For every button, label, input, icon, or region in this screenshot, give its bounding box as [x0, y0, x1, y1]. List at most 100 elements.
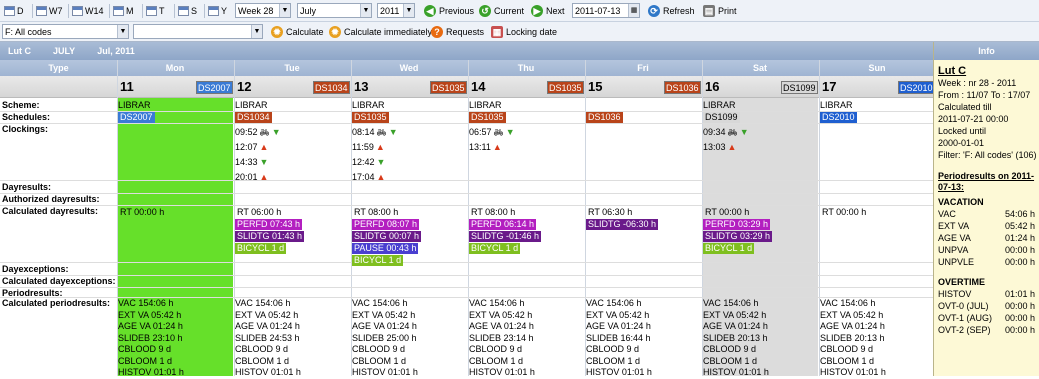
info-result-value: 01:01 h [1004, 289, 1035, 299]
year-select[interactable]: 2011 ▼ [377, 3, 415, 18]
chevron-down-icon: ▼ [279, 4, 290, 17]
previous-button[interactable]: ◀ Previous [424, 3, 474, 19]
periodresult-line: VAC 154:06 h [469, 298, 525, 308]
next-button[interactable]: ▶ Next [531, 3, 565, 19]
view-button-d[interactable]: D [4, 3, 24, 19]
scheme-cell: LIBRAR [118, 100, 151, 110]
periodresult-line: VAC 154:06 h [118, 298, 174, 308]
periodresult-line: AGE VA 01:24 h [586, 321, 651, 331]
clocking-entry[interactable]: 11:59 ▲ [352, 142, 385, 152]
periodresult-line: AGE VA 01:24 h [235, 321, 300, 331]
calculate-immediately-button[interactable]: ✹ Calculate immediately [329, 24, 432, 40]
info-locked: 2000-01-01 [938, 138, 985, 148]
dayresult-tag: RT 00:00 h [120, 207, 165, 217]
view-button-y[interactable]: Y [208, 3, 227, 19]
day-schedule-code[interactable]: DS2007 [196, 81, 233, 94]
clocking-entry[interactable]: 12:42 ▼ [352, 157, 385, 167]
periodresult-line: SLIDEB 16:44 h [586, 332, 651, 343]
view-button-label: T [159, 6, 165, 16]
day-schedule-code[interactable]: DS1035 [430, 81, 467, 94]
day-number: 16 [705, 79, 720, 94]
clocking-entry[interactable]: 09:34 🚲︎ ▼ [703, 127, 749, 137]
day-schedule-code[interactable]: DS1034 [313, 81, 350, 94]
info-result-row: AGE VA 01:24 h [938, 232, 1035, 244]
clocking-time: 12:42 [352, 157, 375, 167]
schedule-cell[interactable]: DS2010 [820, 112, 857, 123]
clocking-entry[interactable]: 20:01 ▲ [235, 172, 268, 182]
requests-button[interactable]: ? Requests [431, 24, 484, 40]
day-schedule-code[interactable]: DS1036 [664, 81, 701, 94]
day-number: 14 [471, 79, 486, 94]
clocking-entry[interactable]: 17:04 ▲ [352, 172, 385, 182]
calculate-button[interactable]: ✹ Calculate [271, 24, 324, 40]
info-vacation-title: VACATION [938, 197, 984, 207]
day-schedule-code[interactable]: DS1035 [547, 81, 584, 94]
info-result-row: HISTOV 01:01 h [938, 288, 1035, 300]
clocking-entry[interactable]: 14:33 ▼ [235, 157, 268, 167]
day-schedule-code[interactable]: DS1099 [781, 81, 818, 94]
calendar-icon[interactable]: ▦ [628, 4, 639, 17]
view-button-w14[interactable]: W14 [72, 3, 104, 19]
info-result-row: UNPVLE 00:00 h [938, 256, 1035, 268]
periodresult-line: HISTOV 01:01 h [703, 367, 769, 377]
filter-select[interactable]: F: All codes ▼ [2, 24, 129, 39]
periodresult-line: EXT VA 05:42 h [118, 309, 182, 320]
periodresult-line: SLIDEB 20:13 h [820, 332, 885, 343]
arrow-down-icon: ▼ [259, 157, 269, 167]
print-button[interactable]: ▤ Print [703, 3, 737, 19]
schedule-cell[interactable]: DS1035 [352, 112, 389, 123]
row-label-dayresults: Dayresults: [2, 182, 52, 192]
periodresult-line: CBLOOD 9 d [586, 344, 640, 354]
periodresult-line: CBLOOM 1 d [820, 355, 875, 366]
periodresult-line: SLIDEB 23:10 h [118, 332, 183, 343]
row-divider [0, 123, 933, 124]
row-label-calc-dayexceptions: Calculated dayexceptions: [2, 276, 116, 286]
dayresult-tag: RT 08:00 h [354, 207, 399, 217]
toolbar-separator [142, 4, 143, 18]
info-result-value: 00:00 h [1004, 301, 1035, 311]
day-schedule-code[interactable]: DS2010 [898, 81, 935, 94]
periodresult-line: EXT VA 05:42 h [235, 309, 299, 320]
schedule-cell[interactable]: DS1099 [703, 112, 740, 123]
day-name-sat: Sat [752, 63, 767, 73]
print-label: Print [718, 6, 737, 16]
calculate-immediately-label: Calculate immediately [344, 27, 433, 37]
week-select[interactable]: Week 28 ▼ [235, 3, 291, 18]
info-title: Info [934, 42, 1039, 60]
clocking-entry[interactable]: 08:14 🚲︎ ▼ [352, 127, 398, 137]
schedule-cell[interactable]: DS1036 [586, 112, 623, 123]
periodresult-line: AGE VA 01:24 h [118, 321, 183, 331]
refresh-button[interactable]: ⟳ Refresh [648, 3, 695, 19]
schedule-cell[interactable]: DS1035 [469, 112, 506, 123]
dayresult-tag: PERFD 07:43 h [235, 219, 303, 230]
month-select[interactable]: July ▼ [297, 3, 372, 18]
view-button-m[interactable]: M [113, 3, 134, 19]
clocking-entry[interactable]: 13:03 ▲ [703, 142, 736, 152]
row-label-calculated: Calculated dayresults: [2, 206, 99, 216]
toolbar-separator [204, 4, 205, 18]
schedule-cell[interactable]: DS1034 [235, 112, 272, 123]
info-panel: Info Lut C Week : nr 28 - 2011 From : 11… [933, 42, 1039, 376]
secondary-select[interactable]: ▼ [133, 24, 263, 39]
info-result-key: OVT-0 (JUL) [938, 301, 989, 311]
clocking-entry[interactable]: 06:57 🚲︎ ▼ [469, 127, 515, 137]
chevron-down-icon: ▼ [403, 4, 414, 17]
clocking-entry[interactable]: 12:07 ▲ [235, 142, 268, 152]
current-button[interactable]: ↺ Current [479, 3, 524, 19]
clocking-time: 12:07 [235, 142, 258, 152]
view-button-label: W7 [49, 6, 63, 16]
month-select-value: July [300, 5, 317, 16]
header-month: JULY [53, 46, 76, 56]
view-button-t[interactable]: T [146, 3, 165, 19]
locking-date-button[interactable]: ▦ Locking date [491, 24, 557, 40]
view-button-w7[interactable]: W7 [36, 3, 63, 19]
row-divider [0, 205, 933, 206]
view-button-label: Y [221, 6, 228, 16]
scheme-cell: LIBRAR [352, 100, 385, 110]
clocking-entry[interactable]: 13:11 ▲ [469, 142, 502, 152]
periodresult-line: CBLOOD 9 d [469, 344, 523, 354]
schedule-cell[interactable]: DS2007 [118, 112, 155, 123]
view-button-s[interactable]: S [178, 3, 197, 19]
date-input[interactable]: 2011-07-13 ▦ [572, 3, 640, 18]
clocking-entry[interactable]: 09:52 🚲︎ ▼ [235, 127, 281, 137]
